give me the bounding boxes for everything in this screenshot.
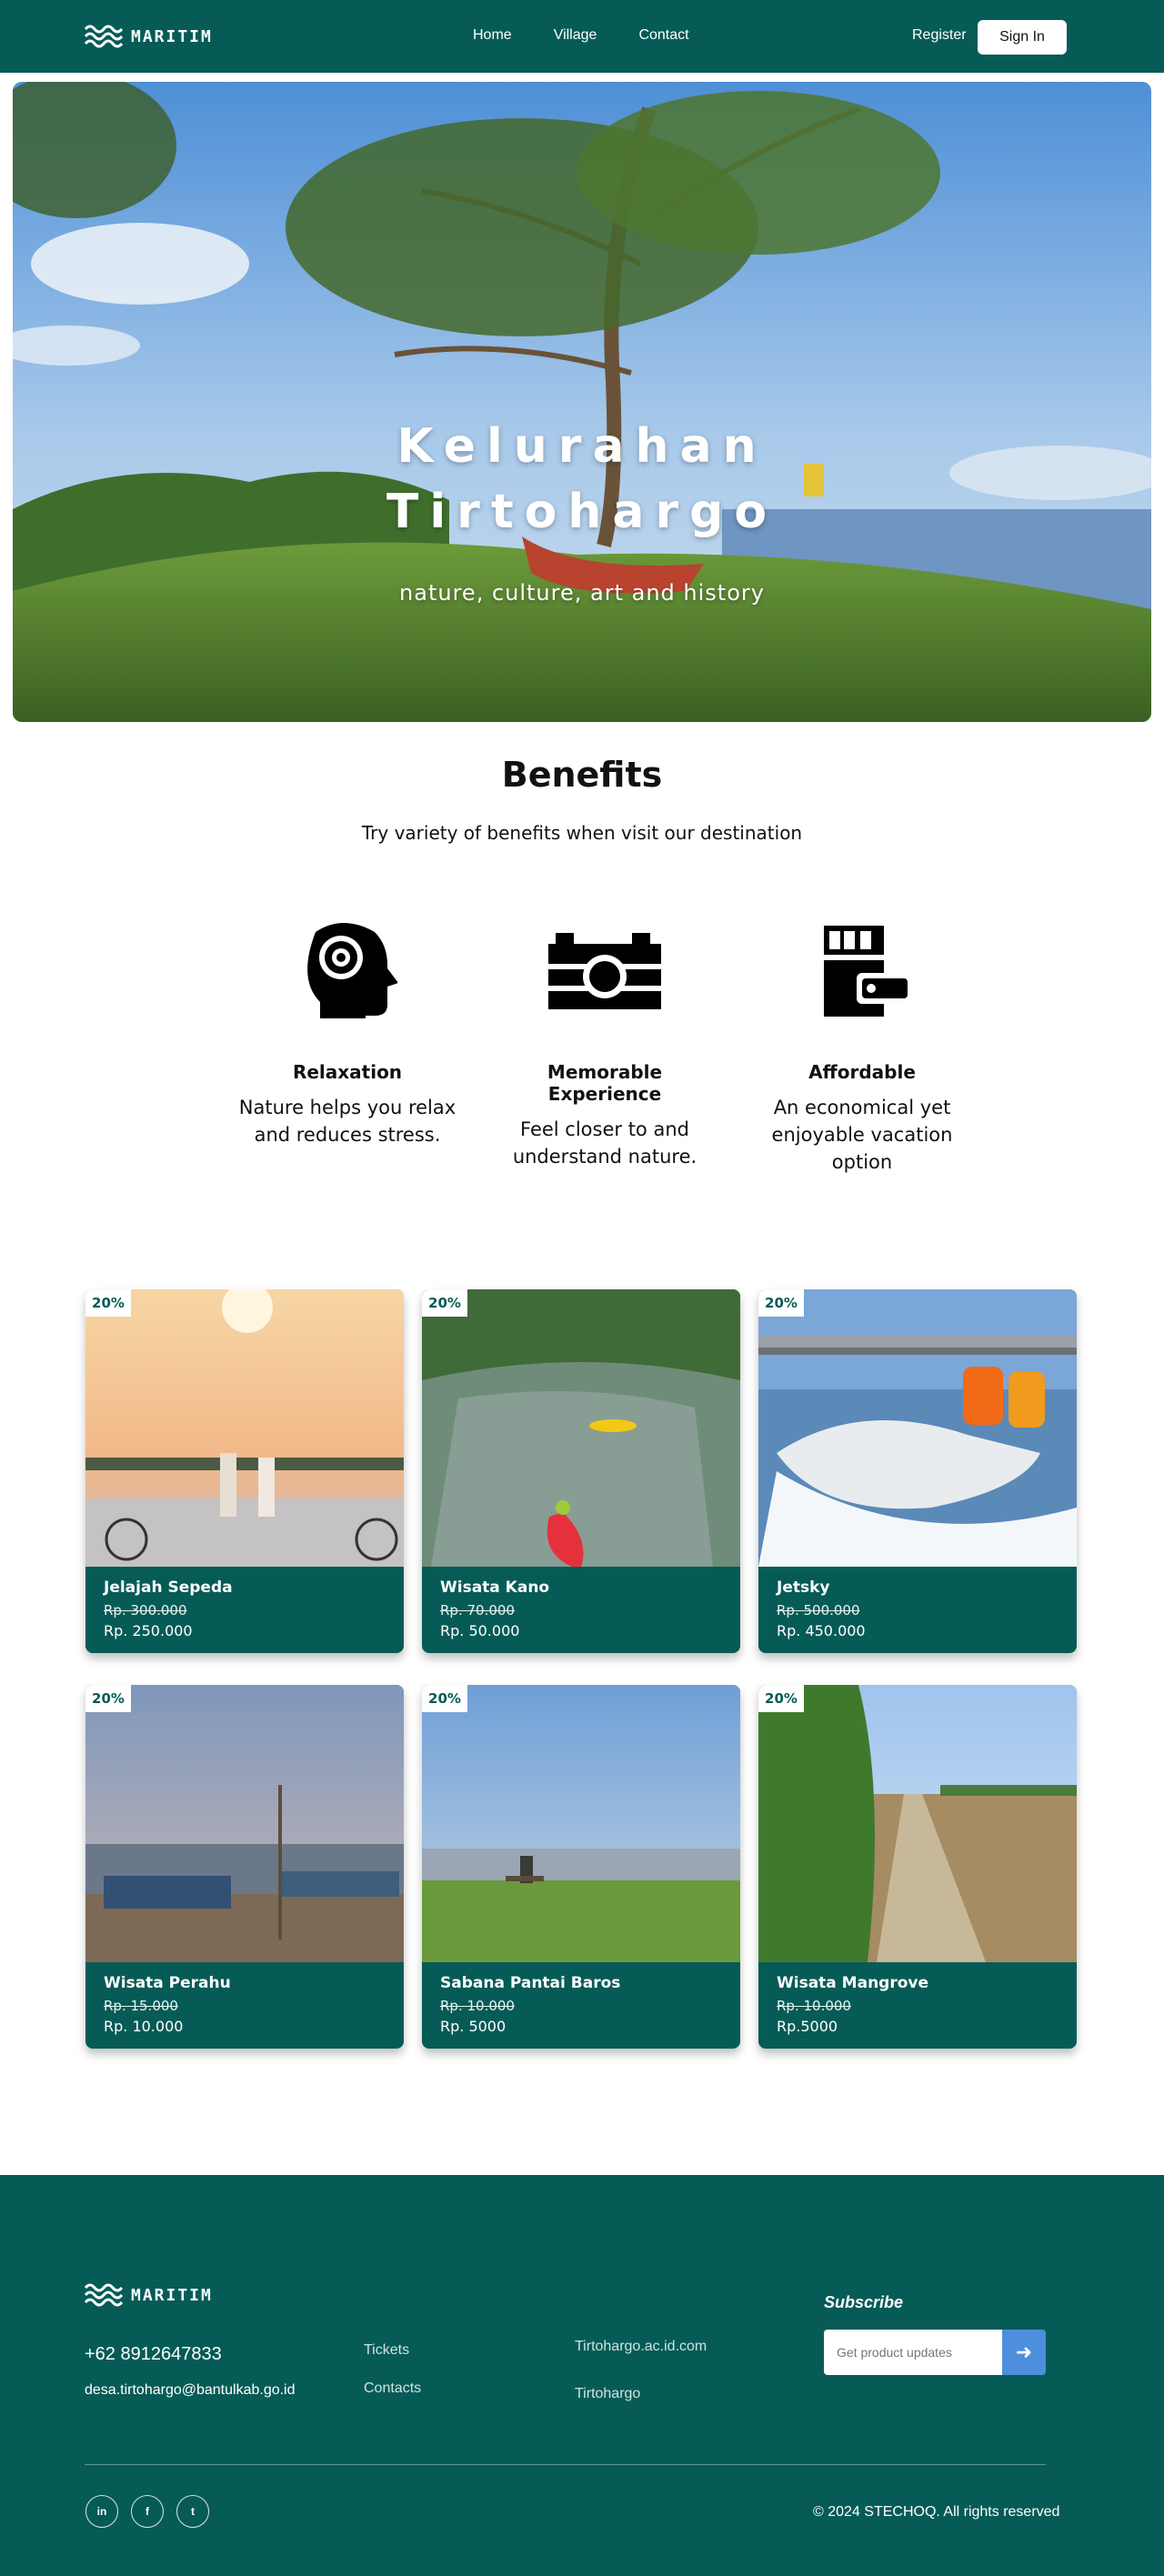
- register-link[interactable]: Register: [912, 27, 967, 44]
- original-price: Rp. 70.000: [440, 1602, 515, 1619]
- card-info: Jetsky Rp. 500.000 Rp. 450.000: [777, 1579, 866, 1639]
- brand-logo[interactable]: MARITIM: [84, 22, 213, 51]
- card-title: Wisata Perahu: [104, 1974, 231, 1992]
- benefit-relaxation: Relaxation Nature helps you relax and re…: [238, 918, 457, 1148]
- discount-price: Rp. 50.000: [440, 1622, 520, 1639]
- twitter-icon[interactable]: t: [176, 2495, 209, 2528]
- discount-badge: 20%: [758, 1685, 804, 1712]
- waves-logo-icon: [84, 25, 124, 48]
- hero-landscape-image: [13, 82, 1151, 722]
- nav-link-village[interactable]: Village: [554, 27, 597, 44]
- discount-price: Rp. 450.000: [777, 1622, 866, 1639]
- discount-price: Rp. 10.000: [104, 2018, 184, 2035]
- benefit-title: Memorable Experience: [547, 1061, 663, 1105]
- card-info: Wisata Perahu Rp. 15.000 Rp. 10.000: [104, 1974, 231, 2035]
- arrow-right-icon: ➜: [1015, 2340, 1033, 2363]
- benefit-affordable: Affordable An economical yet enjoyable v…: [753, 918, 971, 1176]
- card-title: Jelajah Sepeda: [104, 1579, 233, 1597]
- footer: MARITIM +62 8912647833 desa.tirtohargo@b…: [0, 2175, 1164, 2576]
- original-price: Rp. 300.000: [104, 1602, 187, 1619]
- card-title: Wisata Kano: [440, 1579, 550, 1597]
- subscribe-submit-button[interactable]: ➜: [1002, 2330, 1046, 2375]
- original-price: Rp. 10.000: [440, 1998, 515, 2014]
- facebook-icon[interactable]: f: [131, 2495, 164, 2528]
- discount-badge: 20%: [85, 1685, 131, 1712]
- benefits-title: Benefits: [501, 755, 663, 795]
- benefit-text: Nature helps you relax and reduces stres…: [238, 1097, 457, 1146]
- card-info: Wisata Kano Rp. 70.000 Rp. 50.000: [440, 1579, 549, 1639]
- discount-price: Rp.5000: [777, 2018, 838, 2035]
- card-info: Wisata Mangrove Rp. 10.000 Rp.5000: [777, 1974, 928, 2035]
- tour-card-wisata-mangrove[interactable]: 20% Wisata Mangrove Rp. 10.000 Rp.5000: [758, 1685, 1077, 2049]
- benefit-memorable-experience: Memorable Experience Feel closer to and …: [496, 918, 714, 1170]
- card-title: Jetsky: [777, 1579, 830, 1597]
- card-info: Jelajah Sepeda Rp. 300.000 Rp. 250.000: [104, 1579, 233, 1639]
- sign-in-button[interactable]: Sign In: [978, 20, 1067, 55]
- camera-icon: [548, 932, 661, 1009]
- discount-price: Rp. 250.000: [104, 1622, 193, 1639]
- tour-card-sabana-pantai-baros[interactable]: 20% Sabana Pantai Baros Rp. 10.000 Rp. 5…: [422, 1685, 740, 2049]
- card-title: Wisata Mangrove: [777, 1974, 929, 1992]
- footer-link-website[interactable]: Tirtohargo.ac.id.com: [575, 2339, 707, 2355]
- original-price: Rp. 15.000: [104, 1998, 178, 2014]
- head-target-icon: [307, 923, 397, 1018]
- nav-link-home[interactable]: Home: [473, 27, 512, 44]
- main-nav: Home Village Contact: [473, 27, 689, 44]
- brand-name: MARITIM: [131, 26, 213, 46]
- footer-brand-logo[interactable]: MARITIM: [84, 2280, 213, 2310]
- tour-photo: [758, 1289, 1077, 1567]
- benefit-text: Feel closer to and understand nature.: [512, 1118, 697, 1168]
- discount-badge: 20%: [758, 1289, 804, 1317]
- card-info: Sabana Pantai Baros Rp. 10.000 Rp. 5000: [440, 1974, 620, 2035]
- discount-badge: 20%: [422, 1685, 467, 1712]
- discount-price: Rp. 5000: [440, 2018, 507, 2035]
- card-title: Sabana Pantai Baros: [440, 1974, 621, 1992]
- tour-photo: [758, 1685, 1077, 1962]
- footer-phone: +62 8912647833: [85, 2344, 222, 2364]
- original-price: Rp. 10.000: [777, 1998, 851, 2014]
- nav-link-contact[interactable]: Contact: [638, 27, 688, 44]
- navbar: MARITIM Home Village Contact Register Si…: [0, 0, 1164, 73]
- waves-logo-icon: [84, 2283, 124, 2307]
- linkedin-icon[interactable]: in: [85, 2495, 118, 2528]
- tour-card-jetsky[interactable]: 20% Jetsky Rp. 500.000 Rp. 450.000: [758, 1289, 1077, 1653]
- benefit-title: Relaxation: [292, 1061, 403, 1083]
- discount-badge: 20%: [422, 1289, 467, 1317]
- benefits-subtitle: Try variety of benefits when visit our d…: [361, 822, 803, 844]
- hero-title-line-1: Kelurahan: [396, 419, 768, 474]
- tour-card-jelajah-sepeda[interactable]: 20% Jelajah Sepeda Rp. 300.000 Rp. 250.0…: [85, 1289, 404, 1653]
- tour-card-wisata-perahu[interactable]: 20% Wisata Perahu Rp. 15.000 Rp. 10.000: [85, 1685, 404, 2049]
- footer-link-contacts[interactable]: Contacts: [364, 2381, 421, 2397]
- footer-link-tirtohargo[interactable]: Tirtohargo: [575, 2386, 640, 2402]
- discount-badge: 20%: [85, 1289, 131, 1317]
- tour-card-wisata-kano[interactable]: 20% Wisata Kano Rp. 70.000 Rp. 50.000: [422, 1289, 740, 1653]
- original-price: Rp. 500.000: [777, 1602, 860, 1619]
- subscribe-title: Subscribe: [824, 2293, 904, 2311]
- tour-photo: [422, 1685, 740, 1962]
- benefit-text: An economical yet enjoyable vacation opt…: [771, 1097, 953, 1173]
- hero-title: Kelurahan Tirtohargo: [13, 414, 1151, 545]
- footer-email[interactable]: desa.tirtohargo@bantulkab.go.id: [85, 2382, 296, 2399]
- benefit-title: Affordable: [808, 1061, 916, 1083]
- tour-photo: [85, 1685, 404, 1962]
- tour-photo: [85, 1289, 404, 1567]
- footer-link-tickets[interactable]: Tickets: [364, 2342, 409, 2359]
- tour-photo: [422, 1289, 740, 1567]
- hero-subtitle: nature, culture, art and history: [399, 580, 765, 606]
- hero-title-line-2: Tirtohargo: [386, 485, 778, 539]
- subscribe-email-input[interactable]: [824, 2330, 1002, 2375]
- footer-brand-name: MARITIM: [131, 2285, 213, 2305]
- hero-banner: Kelurahan Tirtohargo nature, culture, ar…: [13, 82, 1151, 722]
- footer-divider: [85, 2464, 1046, 2465]
- copyright-text: © 2024 STECHOQ. All rights reserved: [813, 2504, 1060, 2520]
- wallet-icon: [824, 925, 908, 1017]
